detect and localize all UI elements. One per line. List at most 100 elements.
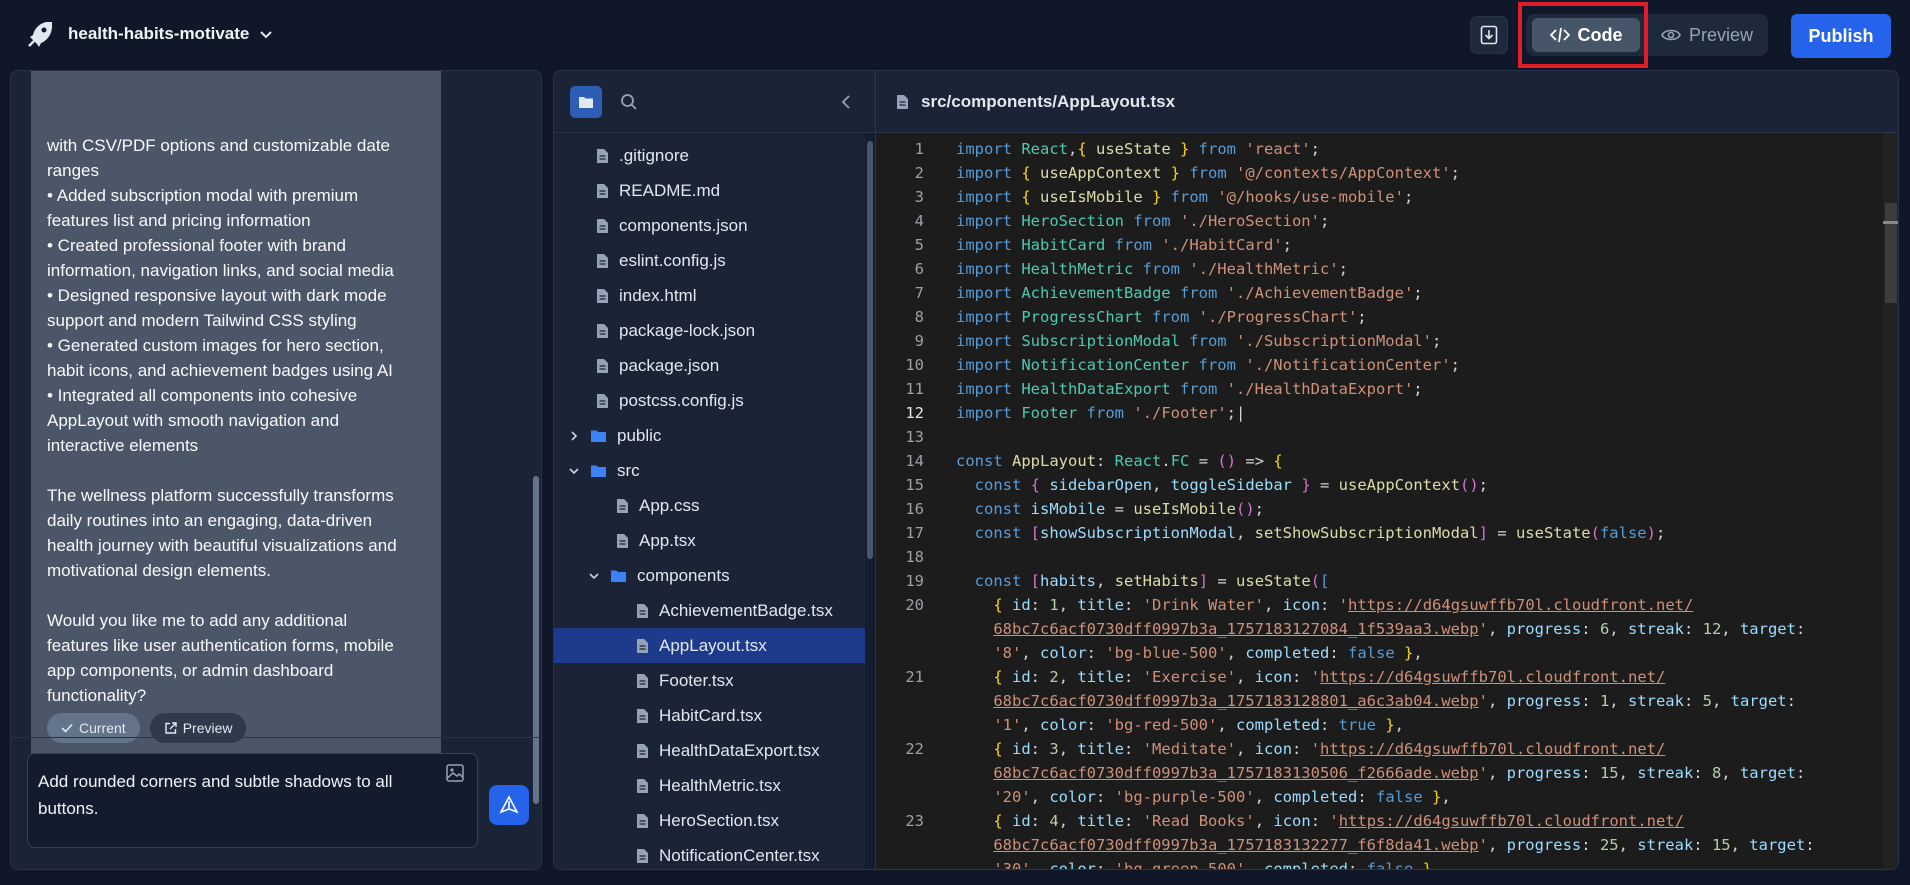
code-token: target (1730, 692, 1787, 710)
code-token: completed (1264, 860, 1348, 870)
image-icon[interactable] (445, 763, 465, 783)
file-icon (597, 148, 608, 163)
editor-scrollbar[interactable] (1883, 133, 1898, 869)
code-line: 6 import HealthMetric from './HealthMetri… (876, 257, 1886, 281)
code-token: 'Exercise' (1142, 668, 1237, 686)
code-line: 68bc7c6acf0730dff0997b3a_1757183132277_f… (876, 833, 1886, 857)
preview-view-button[interactable]: Preview (1652, 18, 1762, 52)
file-tree-scrollbar[interactable] (865, 133, 875, 869)
code-token: React (1114, 452, 1162, 470)
current-version-button[interactable]: Current (47, 713, 140, 743)
scrollbar-thumb[interactable] (1885, 203, 1897, 303)
code-token: 'Drink Water' (1142, 596, 1265, 614)
code-token: : (1096, 452, 1115, 470)
code-text: import HeroSection from './HeroSection'; (956, 209, 1329, 233)
file-item-herosection-tsx[interactable]: HeroSection.tsx (554, 803, 866, 838)
code-line: 18 (876, 545, 1886, 569)
file-item-achievementbadge-tsx[interactable]: AchievementBadge.tsx (554, 593, 866, 628)
code-token: progress (1506, 836, 1582, 854)
code-token: = (1487, 524, 1516, 542)
code-token: '8' (993, 644, 1022, 662)
file-item-habitcard-tsx[interactable]: HabitCard.tsx (554, 698, 866, 733)
code-token: useAppContext (1040, 164, 1162, 182)
file-icon (637, 813, 648, 828)
code-token: target (1739, 620, 1796, 638)
folder-item-components[interactable]: components (554, 558, 866, 593)
code-token: . (1161, 452, 1171, 470)
code-line: 19 const [habits, setHabits] = useState(… (876, 569, 1886, 593)
line-number: 6 (914, 260, 924, 278)
search-icon[interactable] (620, 93, 638, 111)
file-item-gitignore[interactable]: .gitignore (554, 138, 866, 173)
file-item-readme-md[interactable]: README.md (554, 173, 866, 208)
download-button[interactable] (1470, 16, 1508, 54)
file-item-eslint-config-js[interactable]: eslint.config.js (554, 243, 866, 278)
code-token: : (1096, 860, 1115, 870)
rocket-logo-icon[interactable] (26, 20, 54, 50)
code-token: : (1320, 716, 1339, 734)
message-preview-button[interactable]: Preview (149, 713, 247, 743)
chevron-left-icon[interactable] (839, 94, 855, 110)
code-token: { (1273, 452, 1283, 470)
scrollbar-thumb[interactable] (867, 141, 873, 559)
file-item-postcss-config-js[interactable]: postcss.config.js (554, 383, 866, 418)
file-item-package-json[interactable]: package.json (554, 348, 866, 383)
code-line: 4 import HeroSection from './HeroSection'… (876, 209, 1886, 233)
code-token: import (956, 284, 1022, 302)
code-token: useIsMobile (1133, 500, 1236, 518)
code-token: progress (1506, 692, 1582, 710)
message-line: features like user authentication forms,… (47, 636, 394, 655)
tree-item-label: README.md (619, 180, 721, 200)
message-line (47, 583, 425, 608)
code-token: 4 (1049, 812, 1059, 830)
code-token: setShowSubscriptionModal (1254, 524, 1479, 542)
project-selector[interactable]: health-habits-motivate (68, 24, 273, 44)
file-item-footer-tsx[interactable]: Footer.tsx (554, 663, 866, 698)
message-line: • Added subscription modal with premium (47, 186, 359, 205)
file-item-applayout-tsx[interactable]: AppLayout.tsx (554, 628, 866, 663)
code-line: 2 import { useAppContext } from '@/contex… (876, 161, 1886, 185)
code-content[interactable]: 1 import React,{ useState } from 'react';… (876, 133, 1898, 870)
folder-item-public[interactable]: public (554, 418, 866, 453)
file-item-index-html[interactable]: index.html (554, 278, 866, 313)
code-token: , (1432, 860, 1442, 870)
file-item-components-json[interactable]: components.json (554, 208, 866, 243)
file-item-app-tsx[interactable]: App.tsx (554, 523, 866, 558)
code-token: './HeroSection' (1179, 212, 1320, 230)
folder-icon (611, 570, 626, 582)
message-line: support and modern Tailwind CSS styling (47, 311, 357, 330)
code-token: : (1683, 692, 1703, 710)
line-number: 9 (914, 332, 924, 350)
explorer-header (554, 71, 875, 133)
code-token: './HealthDataExport' (1226, 380, 1414, 398)
file-item-notificationcenter-tsx[interactable]: NotificationCenter.tsx (554, 838, 866, 869)
file-item-healthmetric-tsx[interactable]: HealthMetric.tsx (554, 768, 866, 803)
code-token: import (956, 404, 1022, 422)
file-item-package-lock-json[interactable]: package-lock.json (554, 313, 866, 348)
file-item-healthdataexport-tsx[interactable]: HealthDataExport.tsx (554, 733, 866, 768)
chat-input[interactable]: Add rounded corners and subtle shadows t… (27, 753, 478, 848)
message-line: functionality? (47, 686, 147, 705)
publish-button[interactable]: Publish (1791, 14, 1891, 58)
file-icon (637, 708, 648, 723)
code-line: 14 const AppLayout: React.FC = () => { (876, 449, 1886, 473)
code-text: import NotificationCenter from './Notifi… (956, 353, 1460, 377)
file-item-app-css[interactable]: App.css (554, 488, 866, 523)
code-token: '@/hooks/use-mobile' (1217, 188, 1404, 206)
code-token: id (1012, 740, 1031, 758)
code-token: ; (1478, 476, 1489, 494)
code-token: id (1012, 596, 1031, 614)
files-tab-button[interactable] (570, 86, 602, 118)
code-text: { id: 1, title: 'Drink Water', icon: 'ht… (956, 593, 1693, 617)
code-token: title (1077, 596, 1125, 614)
code-text: '1', color: 'bg-red-500', completed: tru… (956, 713, 1404, 737)
file-icon (897, 94, 908, 109)
folder-item-src[interactable]: src (554, 453, 866, 488)
send-button[interactable] (489, 785, 529, 825)
line-number: 23 (905, 812, 924, 830)
message-text: with CSV/PDF options and customizable da… (47, 133, 425, 708)
chat-scrollbar[interactable] (533, 476, 539, 804)
code-token: useIsMobile (1040, 188, 1143, 206)
